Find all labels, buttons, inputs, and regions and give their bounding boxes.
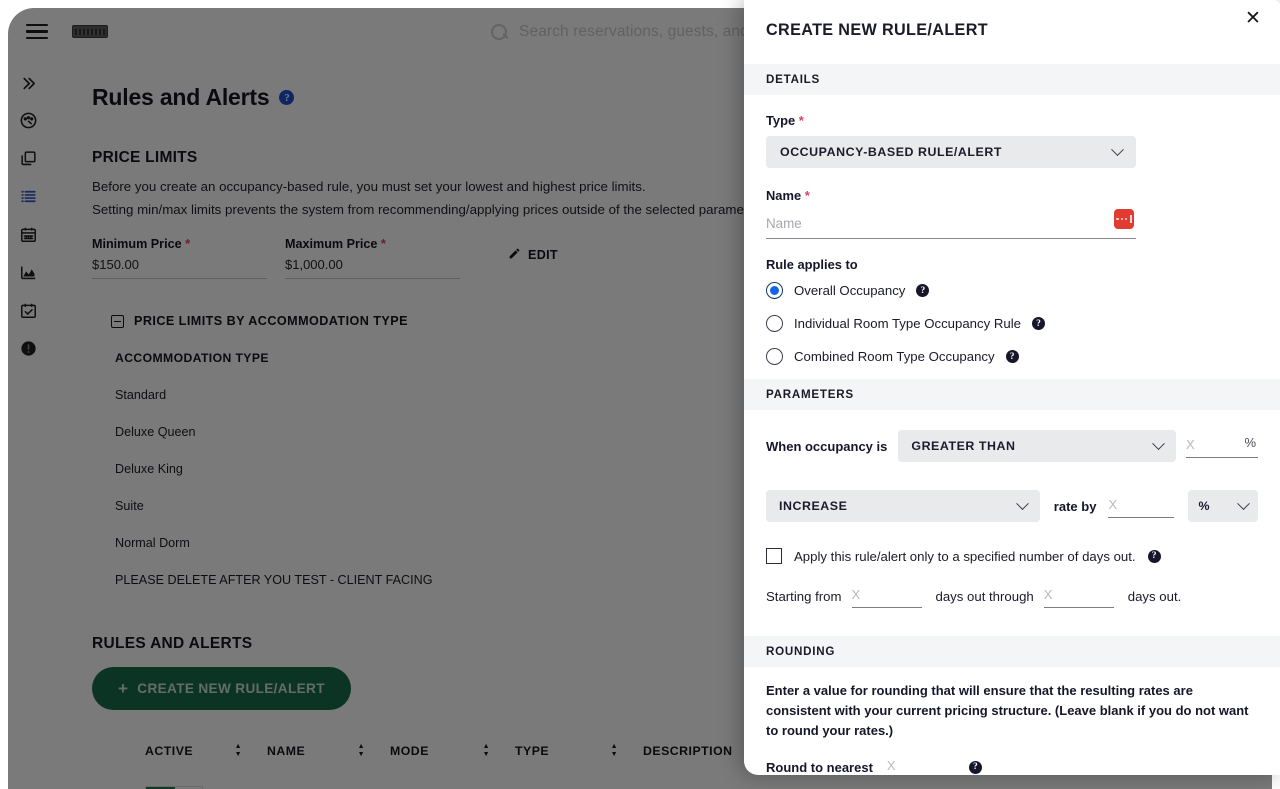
days-out-range-row: Starting from days out through days out. — [766, 584, 1258, 608]
section-header-rounding: ROUNDING — [744, 636, 1280, 667]
round-to-nearest-input[interactable] — [886, 755, 955, 775]
help-icon[interactable]: ? — [1005, 350, 1019, 363]
rounding-description: Enter a value for rounding that will ens… — [766, 683, 1249, 739]
days-out-checkbox-label: Apply this rule/alert only to a specifie… — [794, 548, 1136, 564]
action-select-value: INCREASE — [779, 499, 848, 513]
occupancy-value-wrap: % — [1186, 434, 1258, 458]
radio-overall-occupancy[interactable]: Overall Occupancy ? — [766, 282, 1258, 299]
section-header-details: DETAILS — [744, 64, 1280, 95]
help-icon[interactable]: ? — [916, 284, 930, 297]
round-to-nearest-label: Round to nearest — [766, 759, 873, 775]
chevron-down-icon — [1015, 496, 1029, 510]
action-row: INCREASE rate by % — [766, 490, 1258, 522]
name-label-text: Name — [766, 188, 802, 203]
rate-value-input[interactable] — [1108, 494, 1175, 518]
chevron-down-icon — [1111, 142, 1124, 156]
days-out-label: days out. — [1127, 588, 1182, 604]
radio-label: Individual Room Type Occupancy Rule — [794, 316, 1021, 331]
rate-unit-value: % — [1198, 499, 1211, 513]
mask-toggle-icon[interactable] — [1114, 209, 1134, 229]
create-rule-modal: CREATE NEW RULE/ALERT ✕ DETAILS Type * O… — [744, 0, 1280, 775]
type-select-value: OCCUPANCY-BASED RULE/ALERT — [780, 145, 1002, 159]
occupancy-condition-row: When occupancy is GREATER THAN % — [766, 430, 1258, 462]
radio-label: Combined Room Type Occupancy — [794, 349, 995, 364]
radio-label: Overall Occupancy — [794, 283, 906, 298]
name-input[interactable] — [766, 211, 1136, 239]
rate-by-label: rate by — [1053, 498, 1097, 514]
details-block: Type * OCCUPANCY-BASED RULE/ALERT Name *… — [744, 95, 1280, 379]
rounding-row: Round to nearest ? — [744, 741, 1280, 775]
screen: Search reservations, guests, and more — [0, 0, 1280, 789]
radio-individual-room-type[interactable]: Individual Room Type Occupancy Rule ? — [766, 315, 1258, 332]
days-out-checkbox[interactable] — [766, 548, 782, 564]
type-label: Type * — [766, 113, 1258, 128]
close-icon[interactable]: ✕ — [1242, 7, 1264, 29]
action-select[interactable]: INCREASE — [766, 490, 1040, 522]
rule-applies-to-label: Rule applies to — [766, 257, 858, 272]
required-mark: * — [804, 188, 810, 203]
operator-select[interactable]: GREATER THAN — [898, 430, 1176, 462]
help-icon[interactable]: ? — [1147, 549, 1161, 563]
starting-from-label: Starting from — [766, 588, 842, 604]
end-days-input[interactable] — [1043, 584, 1114, 608]
radio-button[interactable] — [766, 282, 783, 299]
radio-button[interactable] — [766, 348, 783, 365]
modal-header: CREATE NEW RULE/ALERT ✕ — [744, 0, 1280, 64]
operator-select-value: GREATER THAN — [911, 439, 1016, 453]
rate-unit-select[interactable]: % — [1188, 490, 1258, 522]
name-label: Name * — [766, 188, 1258, 203]
name-field-row — [766, 209, 1258, 239]
type-label-text: Type — [766, 113, 796, 128]
through-label: days out through — [935, 588, 1034, 604]
type-select[interactable]: OCCUPANCY-BASED RULE/ALERT — [766, 136, 1136, 168]
start-days-input[interactable] — [851, 584, 922, 608]
help-icon[interactable]: ? — [1032, 317, 1045, 330]
chevron-down-icon — [1152, 436, 1165, 450]
chevron-down-icon — [1237, 496, 1250, 510]
when-occupancy-label: When occupancy is — [766, 438, 888, 454]
days-out-checkbox-row[interactable]: Apply this rule/alert only to a specifie… — [766, 548, 1258, 564]
required-mark: * — [798, 113, 804, 128]
radio-button[interactable] — [766, 315, 783, 332]
percent-suffix: % — [1244, 435, 1256, 450]
section-header-parameters: PARAMETERS — [744, 379, 1280, 410]
help-icon[interactable]: ? — [968, 760, 982, 774]
modal-title: CREATE NEW RULE/ALERT — [766, 21, 988, 39]
radio-combined-room-type[interactable]: Combined Room Type Occupancy ? — [766, 348, 1258, 365]
parameters-block: When occupancy is GREATER THAN % INCREAS… — [744, 410, 1280, 614]
